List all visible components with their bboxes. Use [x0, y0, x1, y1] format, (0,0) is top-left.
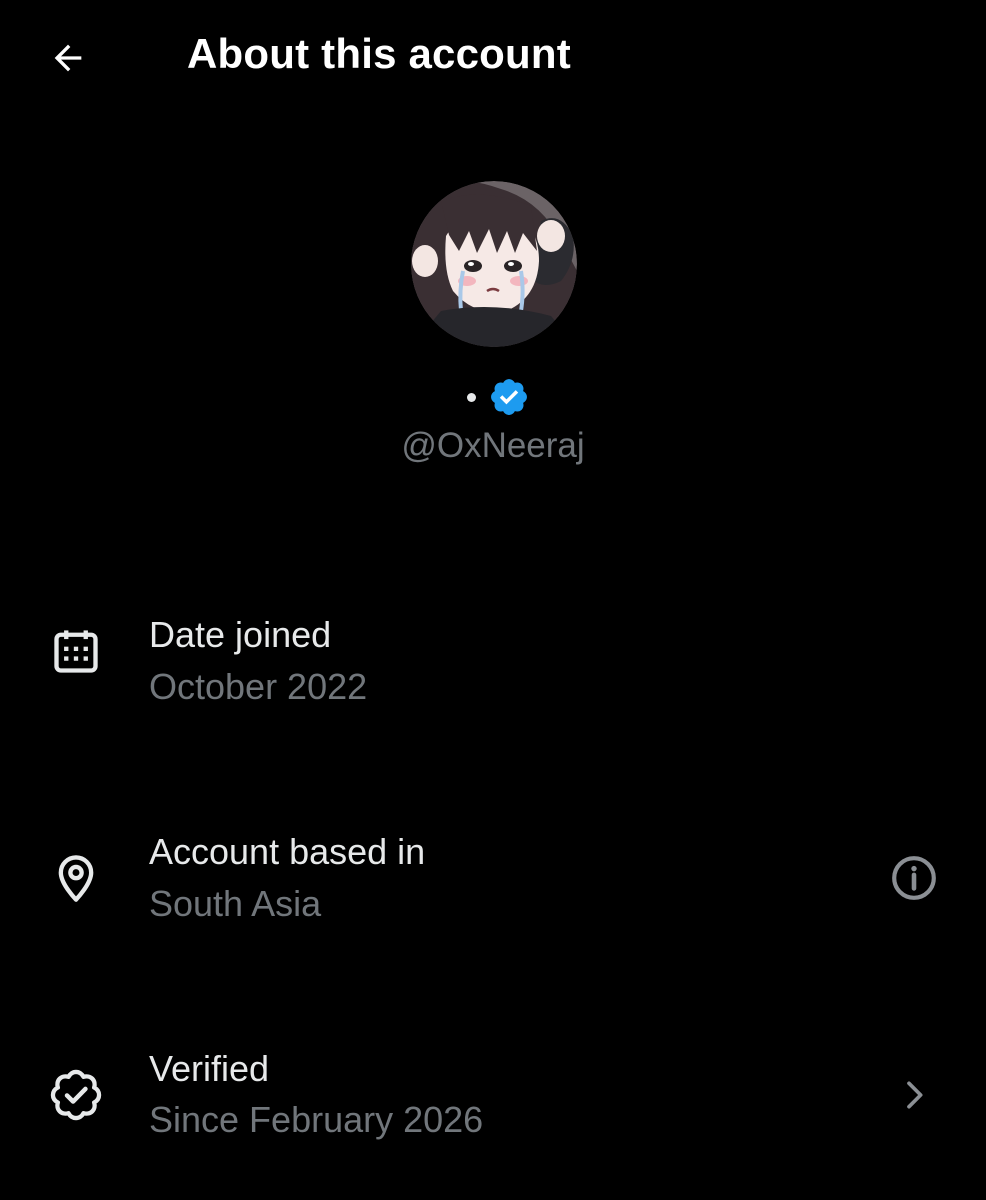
calendar-icon-wrap	[46, 621, 106, 681]
chevron-right-icon	[907, 1081, 923, 1109]
verified-row[interactable]: Verified Since February 2026	[0, 1025, 986, 1165]
info-button[interactable]	[886, 850, 942, 906]
avatar-image	[411, 181, 577, 347]
back-arrow-icon	[54, 44, 82, 72]
account-location-label: Account based in	[149, 831, 426, 872]
name-row	[0, 375, 986, 419]
back-button[interactable]	[40, 34, 96, 82]
profile-handle: @OxNeeraj	[401, 426, 585, 465]
account-location-value: South Asia	[149, 883, 322, 924]
verified-chevron-button[interactable]	[886, 1067, 942, 1123]
verified-badge-icon	[490, 379, 527, 415]
info-icon	[892, 856, 936, 900]
verified-value: Since February 2026	[149, 1099, 484, 1140]
verified-label: Verified	[149, 1048, 270, 1089]
date-joined-value: October 2022	[149, 666, 368, 707]
date-joined-label: Date joined	[149, 614, 332, 655]
top-bar: About this account	[0, 0, 986, 118]
date-joined-row: Date joined October 2022	[0, 590, 986, 730]
location-pin-icon	[58, 855, 94, 902]
verified-outline-icon	[50, 1069, 102, 1121]
account-location-row: Account based in South Asia	[0, 808, 986, 948]
location-pin-icon-wrap	[46, 848, 106, 908]
name-separator-dot	[466, 392, 476, 402]
verified-outline-icon-wrap	[46, 1065, 106, 1125]
calendar-icon	[54, 630, 98, 673]
avatar[interactable]	[411, 181, 577, 347]
page-title: About this account	[187, 30, 571, 77]
